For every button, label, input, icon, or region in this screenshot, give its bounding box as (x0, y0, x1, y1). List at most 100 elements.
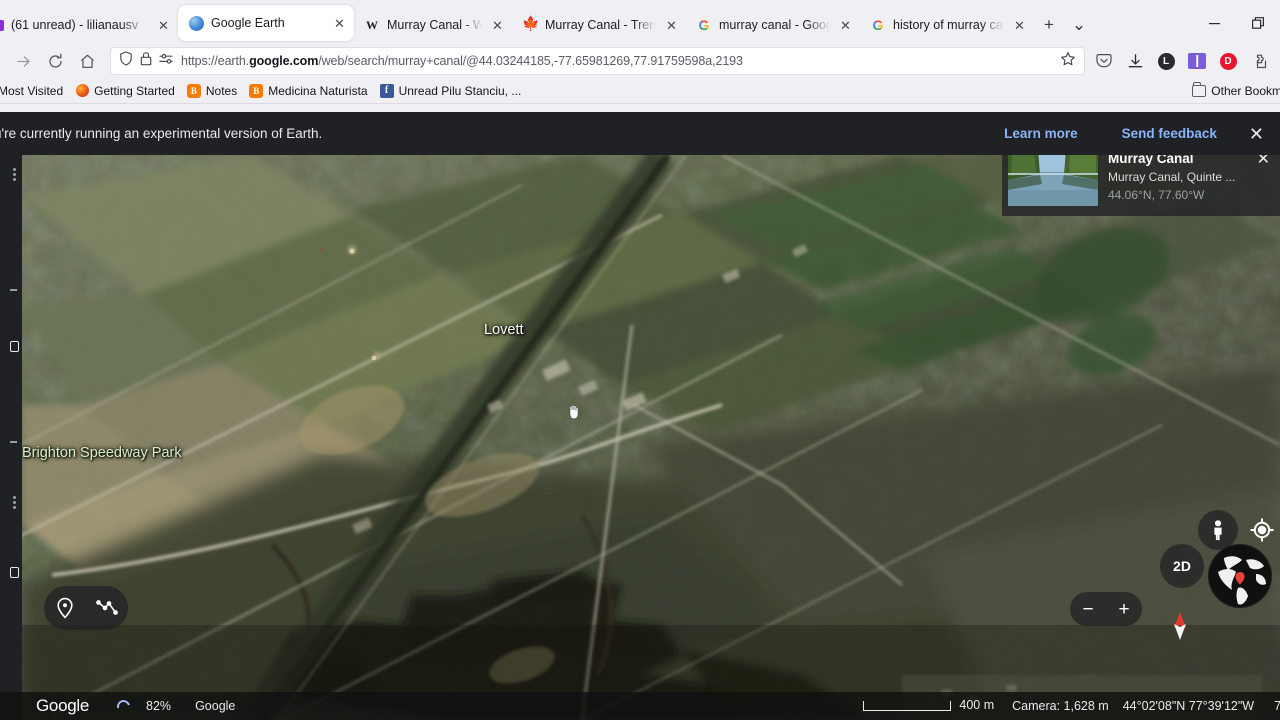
forward-button[interactable] (8, 47, 38, 75)
zoom-in-button[interactable]: + (1109, 594, 1139, 624)
tab-title: Murray Canal - Trent-S (545, 18, 656, 32)
status-overflow-text: 79 (1274, 699, 1280, 713)
toggle-2d-3d-button[interactable]: 2D (1160, 544, 1204, 588)
other-bookmarks-folder[interactable]: Other Bookm (1186, 81, 1280, 101)
place-pin-icon[interactable] (54, 597, 76, 619)
wikipedia-icon: W (366, 17, 378, 32)
banner-message: u're currently running an experimental v… (0, 126, 323, 141)
folder-icon (1192, 82, 1207, 98)
downloads-icon[interactable] (1124, 50, 1146, 72)
map-label-brighton-speedway-park: Brighton Speedway Park (22, 445, 182, 461)
learn-more-link[interactable]: Learn more (982, 126, 1100, 141)
bookmark-label: Medicina Naturista (268, 83, 368, 98)
tab-title: murray canal - Google (719, 18, 830, 32)
container-l-icon[interactable]: L (1155, 50, 1177, 72)
bookmark-unread-facebook[interactable]: f Unread Pilu Stanciu, ... (374, 81, 528, 101)
tab-title: Google Earth (211, 16, 285, 30)
lock-icon[interactable] (140, 51, 152, 71)
reload-button[interactable] (40, 47, 70, 75)
compass-icon (1174, 612, 1186, 640)
container-d-icon[interactable]: D (1217, 50, 1239, 72)
status-right-group: 400 m Camera: 1,628 m 44°02'08"N 77°39'1… (863, 698, 1280, 713)
close-icon[interactable]: ✕ (663, 17, 680, 34)
bookmark-notes[interactable]: B Notes (181, 81, 243, 101)
other-bookmarks-label: Other Bookm (1211, 83, 1280, 98)
place-details: Murray Canal Murray Canal, Quinte ... 44… (1108, 150, 1247, 204)
my-location-icon (1250, 518, 1274, 542)
sidebar-menu-icon[interactable] (10, 167, 22, 181)
bookmark-label: Unread Pilu Stanciu, ... (398, 83, 522, 98)
zoom-out-button[interactable]: − (1073, 594, 1103, 624)
star-icon[interactable] (1060, 51, 1076, 72)
bookmark-label: Notes (205, 83, 238, 98)
bookmark-getting-started[interactable]: Getting Started (69, 81, 181, 101)
bookmark-label: Getting Started (94, 83, 175, 98)
window-controls (1192, 8, 1280, 38)
restore-button[interactable] (1236, 8, 1280, 38)
mouse-cursor (569, 404, 579, 420)
loading-spinner-icon (114, 697, 133, 715)
bookmark-medicina-naturista[interactable]: B Medicina Naturista (243, 81, 373, 101)
tab-title: Murray Canal - Wikipe (387, 18, 482, 32)
banner-actions: Learn more Send feedback ✕ (982, 125, 1280, 143)
extensions-icon[interactable] (1248, 50, 1270, 72)
pocket-icon[interactable] (1093, 50, 1115, 72)
new-tab-button[interactable]: + (1034, 10, 1064, 40)
send-feedback-link[interactable]: Send feedback (1100, 126, 1239, 141)
close-icon[interactable]: ✕ (1011, 17, 1028, 34)
tab-history-of-murray-canal[interactable]: G history of murray canal ✕ (860, 6, 1034, 44)
place-subtitle: Murray Canal, Quinte ... (1108, 169, 1236, 184)
my-location-button[interactable] (1244, 512, 1280, 548)
tab-list: (61 unread) - lilianausv ✕ Google Earth … (0, 5, 1192, 44)
sidebar-search-icon[interactable] (10, 283, 22, 297)
map-tools-pill (44, 586, 128, 630)
measure-icon[interactable] (96, 597, 118, 619)
shield-icon[interactable] (119, 51, 133, 71)
scale-bar (863, 701, 952, 711)
bookmarks-purple-icon[interactable] (1186, 50, 1208, 72)
minimize-button[interactable] (1192, 8, 1236, 38)
tab-gmail[interactable]: (61 unread) - lilianausv ✕ (0, 6, 178, 44)
earth-sidebar-rail (0, 155, 22, 720)
tab-murray-canal-google-search[interactable]: G murray canal - Google ✕ (686, 6, 860, 44)
canal-photo (1008, 150, 1098, 206)
sidebar-feeling-lucky-icon[interactable] (10, 435, 22, 449)
close-icon[interactable]: ✕ (489, 17, 506, 34)
globe-view-button[interactable] (1208, 544, 1272, 608)
camera-altitude: Camera: 1,628 m (1012, 699, 1109, 713)
sidebar-map-style-icon[interactable] (10, 565, 22, 579)
url-bar[interactable]: https://earth.google.com/web/search/murr… (110, 47, 1085, 75)
close-icon[interactable]: ✕ (331, 15, 348, 32)
bookmark-most-visited[interactable]: Most Visited (0, 81, 69, 101)
sidebar-voyager-icon[interactable] (10, 339, 22, 353)
map-label-lovett: Lovett (484, 322, 524, 338)
scale-line (863, 701, 952, 711)
satellite-imagery (22, 155, 1280, 720)
scale-value: 400 m (959, 698, 995, 712)
bookmarks-bar: Most Visited Getting Started B Notes B M… (0, 78, 1280, 104)
tab-google-earth[interactable]: Google Earth ✕ (178, 5, 354, 41)
pegman-icon (1214, 520, 1222, 541)
close-icon[interactable]: ✕ (155, 17, 172, 34)
bookmark-label: Most Visited (0, 83, 64, 98)
browser-window: (61 unread) - lilianausv ✕ Google Earth … (0, 0, 1280, 720)
cursor-coordinates: 44°02'08"N 77°39'12"W (1122, 699, 1255, 713)
url-text[interactable]: https://earth.google.com/web/search/murr… (181, 54, 1053, 68)
permissions-icon[interactable] (159, 52, 174, 70)
home-button[interactable] (72, 47, 102, 75)
firefox-icon (75, 84, 89, 98)
tab-murray-canal-wikipedia[interactable]: W Murray Canal - Wikipe ✕ (354, 6, 512, 44)
compass-button[interactable] (1158, 604, 1202, 648)
tab-strip: (61 unread) - lilianausv ✕ Google Earth … (0, 0, 1280, 44)
close-icon[interactable]: ✕ (1239, 125, 1280, 143)
list-all-tabs-button[interactable]: ⌄ (1064, 10, 1094, 40)
close-icon[interactable]: ✕ (837, 17, 854, 34)
place-thumbnail[interactable] (1008, 150, 1098, 206)
map-viewport[interactable]: Lovett Brighton Speedway Park (22, 155, 1280, 720)
google-earth-app: Lovett Brighton Speedway Park u're curre… (0, 112, 1280, 720)
tab-murray-canal-trent[interactable]: Murray Canal - Trent-S ✕ (512, 6, 686, 44)
facebook-icon: f (379, 83, 394, 98)
blogger-icon: B (249, 83, 264, 98)
data-attribution: Google (195, 699, 236, 713)
sidebar-projects-icon[interactable] (10, 495, 22, 509)
